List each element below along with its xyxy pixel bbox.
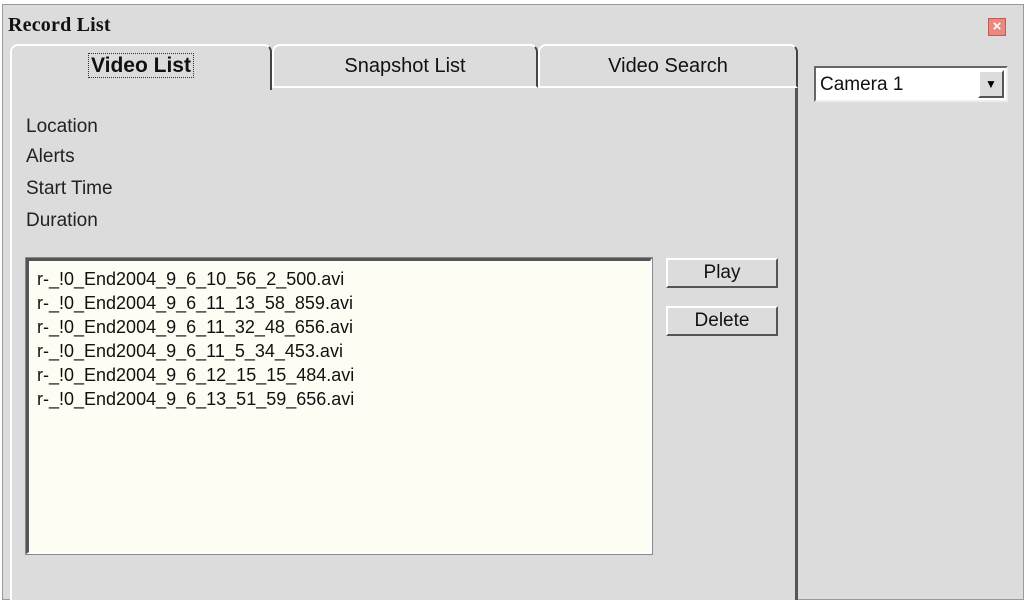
list-item[interactable]: r-_!0_End2004_9_6_11_13_58_859.avi bbox=[37, 291, 650, 315]
list-item[interactable]: r-_!0_End2004_9_6_12_15_15_484.avi bbox=[37, 363, 650, 387]
camera-select[interactable]: Camera 1 ▼ bbox=[814, 66, 1008, 102]
close-icon[interactable]: × bbox=[988, 18, 1006, 36]
tab-snapshot-list[interactable]: Snapshot List bbox=[272, 44, 538, 88]
list-item[interactable]: r-_!0_End2004_9_6_11_32_48_656.avi bbox=[37, 315, 650, 339]
duration-label: Duration bbox=[26, 210, 98, 231]
chevron-down-icon[interactable]: ▼ bbox=[978, 70, 1004, 98]
camera-selected-value: Camera 1 bbox=[820, 74, 904, 95]
delete-button[interactable]: Delete bbox=[666, 306, 778, 336]
window-title: Record List bbox=[8, 14, 111, 36]
alerts-label: Alerts bbox=[26, 146, 75, 167]
location-label: Location bbox=[26, 116, 98, 137]
tab-video-list[interactable]: Video List bbox=[10, 44, 272, 90]
list-item[interactable]: r-_!0_End2004_9_6_13_51_59_656.avi bbox=[37, 387, 650, 411]
video-file-list[interactable]: r-_!0_End2004_9_6_10_56_2_500.avi r-_!0_… bbox=[25, 257, 653, 555]
tab-video-search[interactable]: Video Search bbox=[538, 44, 798, 88]
list-item[interactable]: r-_!0_End2004_9_6_10_56_2_500.avi bbox=[37, 267, 650, 291]
tab-video-list-label: Video List bbox=[88, 53, 194, 78]
list-item[interactable]: r-_!0_End2004_9_6_11_5_34_453.avi bbox=[37, 339, 650, 363]
start-time-label: Start Time bbox=[26, 178, 113, 199]
play-button[interactable]: Play bbox=[666, 258, 778, 288]
